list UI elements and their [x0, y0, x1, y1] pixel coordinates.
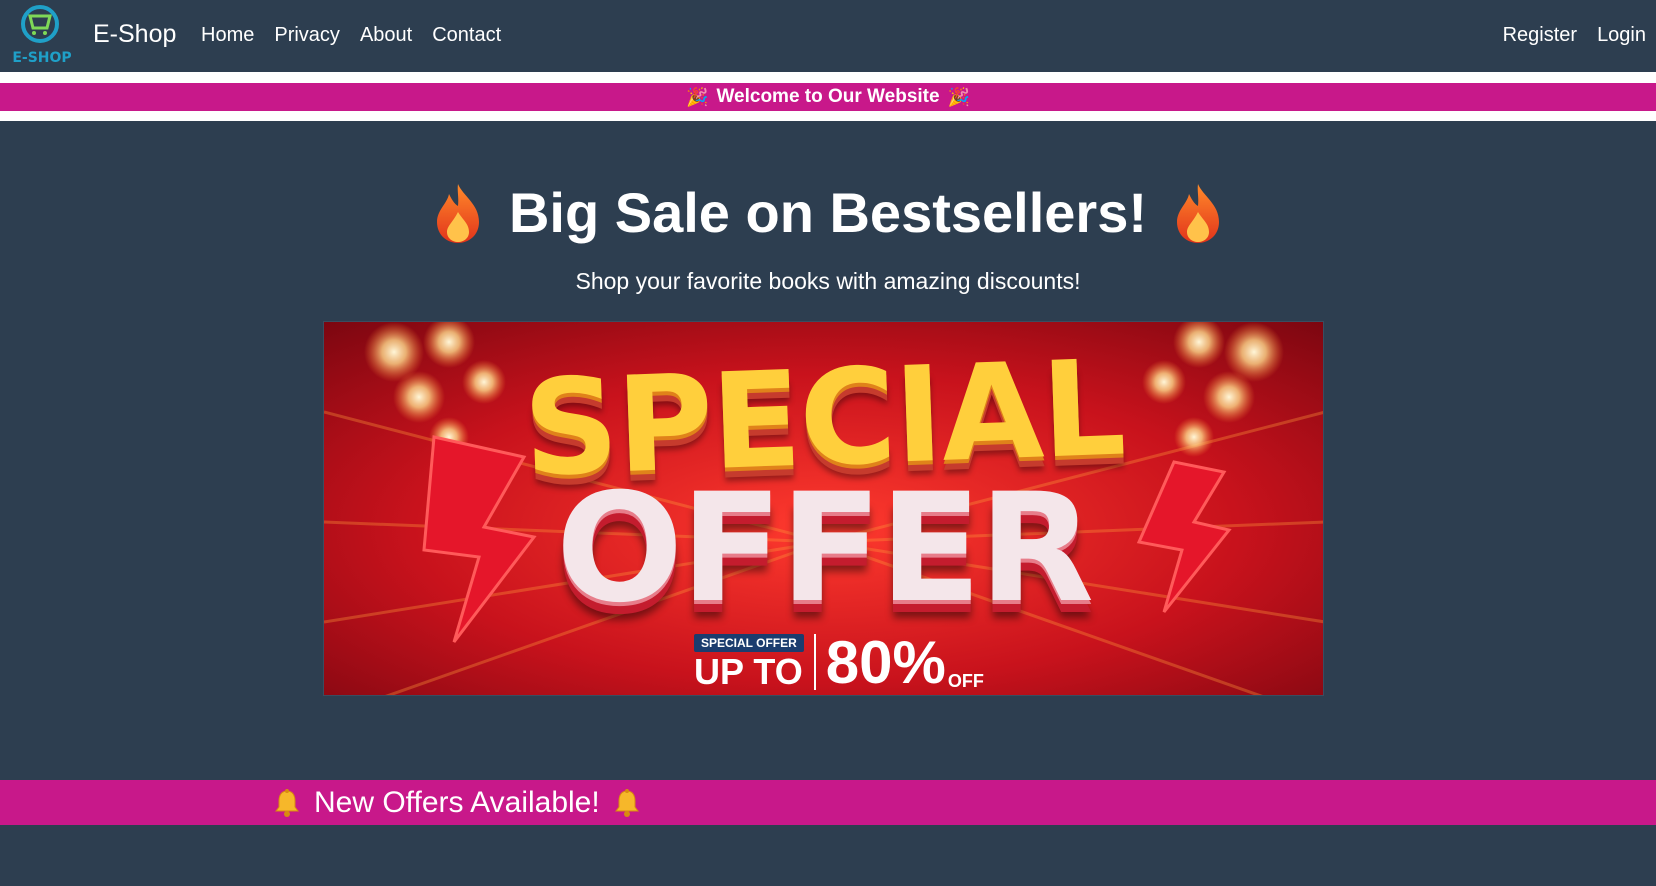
fire-icon	[436, 183, 479, 243]
bell-icon	[614, 788, 639, 817]
new-offers-banner: New Offers Available!	[0, 780, 1656, 825]
nav-auth: Register Login	[1483, 24, 1646, 47]
party-popper-icon: 🎉	[686, 87, 709, 107]
discount-badge: SPECIAL OFFER UP TO 80% OFF	[694, 629, 984, 696]
nav-home[interactable]: Home	[201, 24, 254, 47]
fire-icon	[1177, 183, 1219, 243]
hero-title: Big Sale on Bestsellers!	[508, 181, 1147, 244]
eshop-logo[interactable]: E-SHOP	[6, 2, 78, 68]
nav-links: Home Privacy About Contact	[201, 24, 521, 47]
nav-privacy[interactable]: Privacy	[274, 24, 340, 47]
bell-icon	[275, 788, 299, 817]
welcome-banner: 🎉 Welcome to Our Website 🎉	[0, 83, 1656, 111]
brand-link[interactable]: E-Shop	[93, 20, 176, 49]
up-to-text: UP TO	[694, 651, 803, 692]
badge-left: SPECIAL OFFER UP TO	[694, 634, 804, 690]
special-offer-banner[interactable]: SPECIAL OFFER SPECIAL OFFER UP TO 80% OF…	[323, 321, 1324, 696]
welcome-banner-wrap: 🎉 Welcome to Our Website 🎉	[0, 72, 1656, 121]
party-popper-icon: 🎉	[947, 87, 970, 107]
off-text: OFF	[947, 671, 984, 691]
nav-about[interactable]: About	[360, 24, 412, 47]
welcome-text: Welcome to Our Website	[716, 86, 940, 107]
discount-percent: 80%	[825, 629, 946, 696]
nav-contact[interactable]: Contact	[432, 24, 501, 47]
banner-offer-text: OFFER	[555, 462, 1094, 636]
new-offers-text: New Offers Available!	[314, 785, 600, 819]
special-offer-pill: SPECIAL OFFER	[694, 634, 804, 652]
hero-subtitle: Shop your favorite books with amazing di…	[575, 268, 1081, 294]
navbar: E-SHOP E-Shop Home Privacy About Contact…	[0, 0, 1656, 72]
logo-text: E-SHOP	[12, 50, 71, 66]
nav-register[interactable]: Register	[1503, 24, 1577, 47]
page: E-SHOP E-Shop Home Privacy About Contact…	[0, 0, 1656, 886]
hero-title-row: Big Sale on Bestsellers!	[0, 180, 1656, 245]
nav-login[interactable]: Login	[1597, 24, 1646, 47]
badge-divider	[813, 634, 816, 690]
